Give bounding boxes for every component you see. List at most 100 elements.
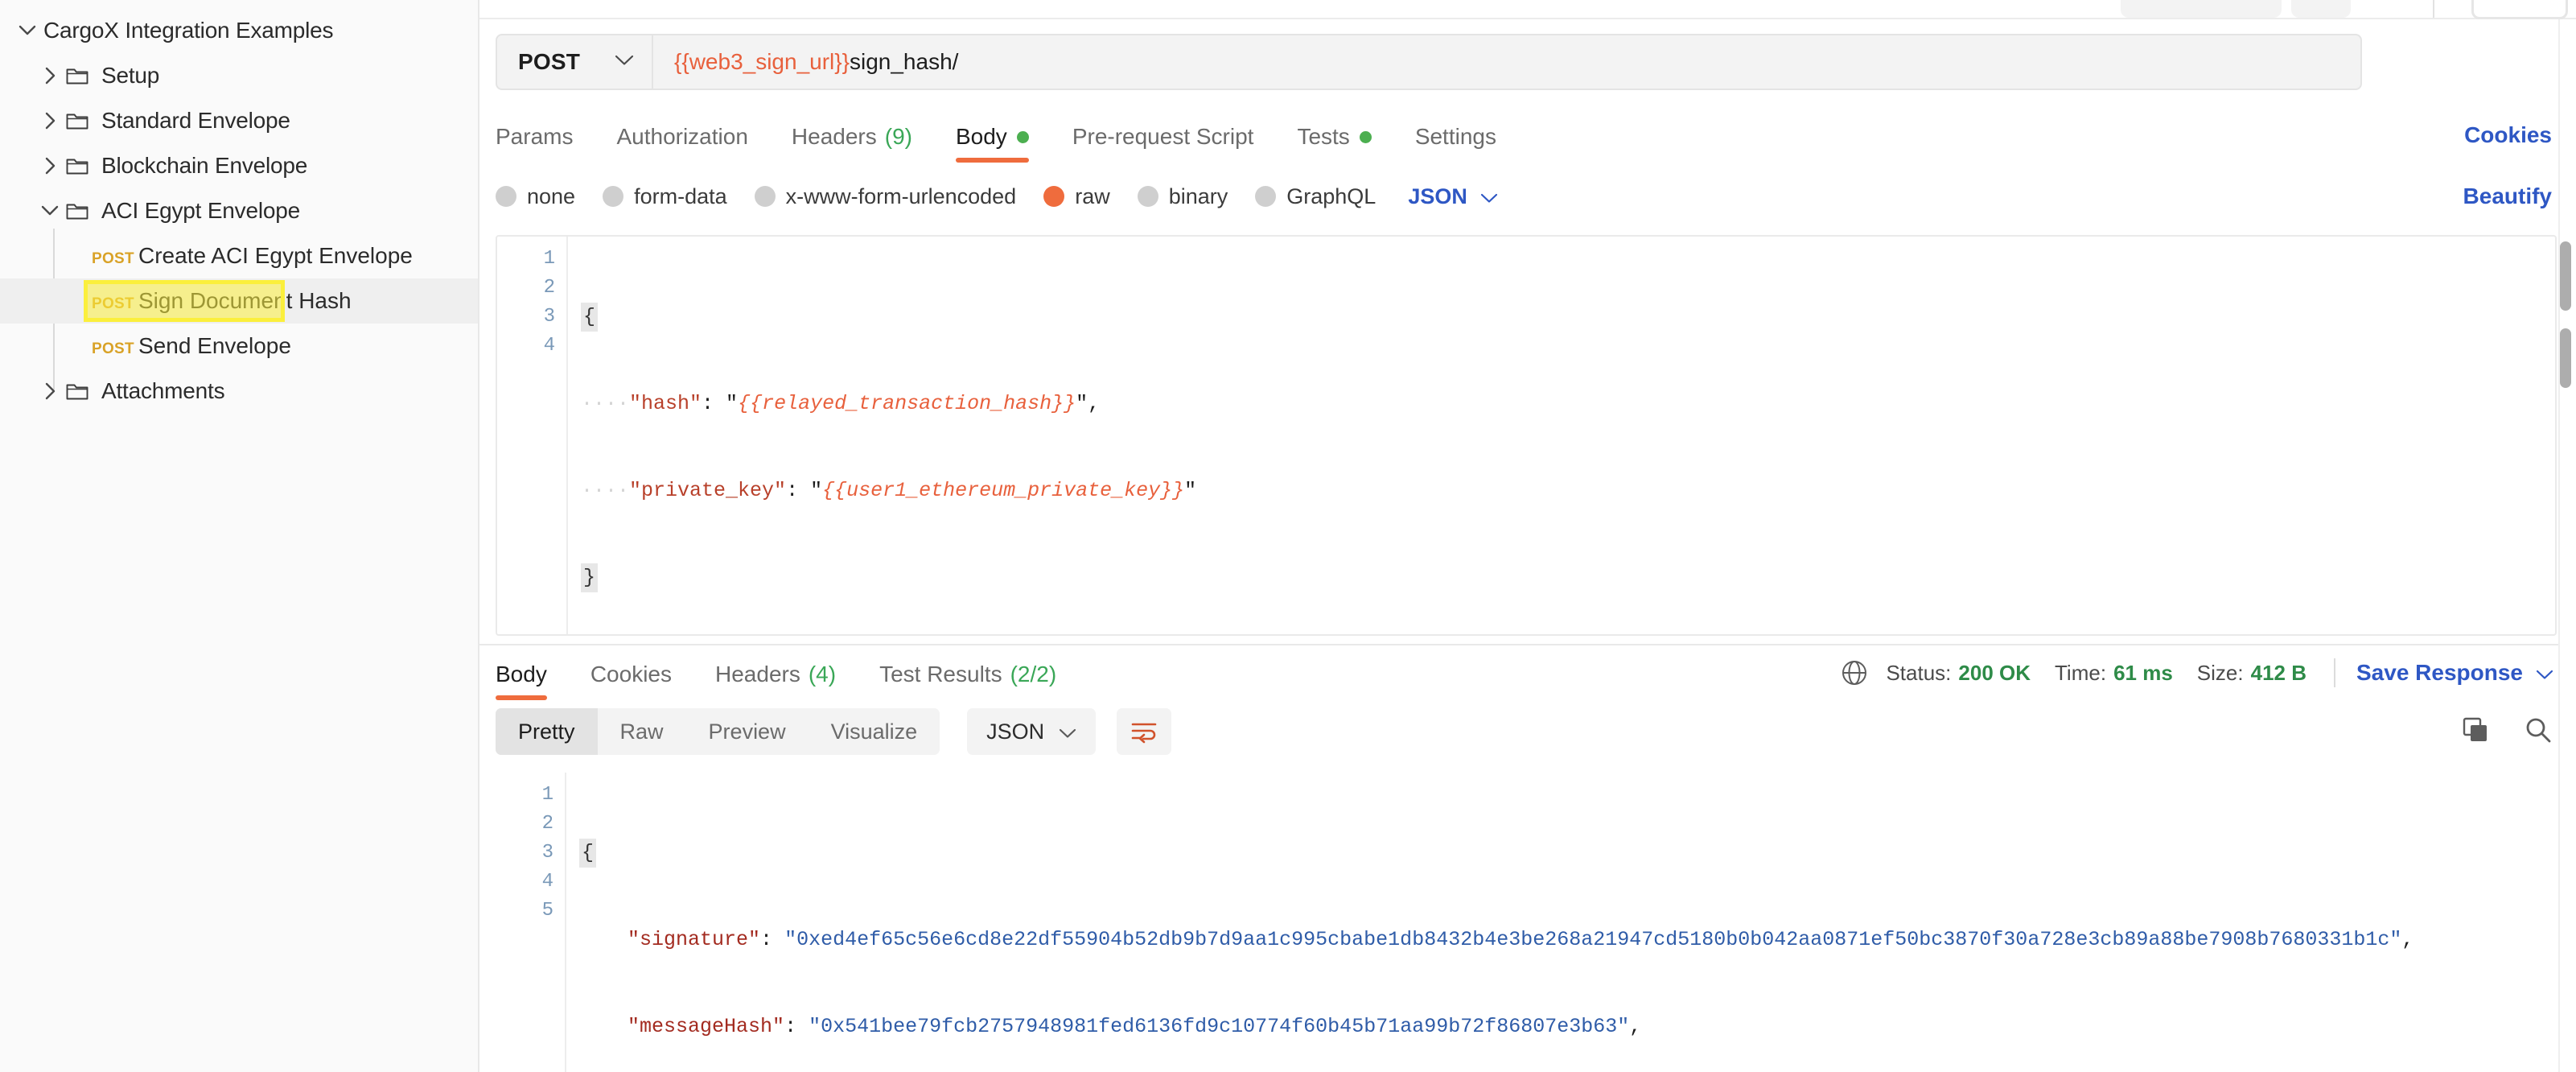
request-editor-scrollbar[interactable] (2560, 241, 2571, 311)
body-type-label: GraphQL (1286, 184, 1376, 209)
response-language-dropdown[interactable]: JSON (967, 708, 1096, 755)
sidebar-folder-blockchain-envelope[interactable]: Blockchain Envelope (0, 143, 478, 188)
sidebar-folder-standard-envelope[interactable]: Standard Envelope (0, 98, 478, 143)
code-token-quote: " (1184, 479, 1196, 502)
radio-icon (755, 186, 776, 207)
chrome-pill-left (2121, 0, 2282, 18)
tab-pre-request-script[interactable]: Pre-request Script (1072, 124, 1254, 163)
response-line-number-gutter: 1 2 3 4 5 (496, 773, 566, 1072)
response-tab-cookies[interactable]: Cookies (591, 662, 672, 700)
folder-icon (66, 111, 101, 130)
sidebar-request-send-envelope[interactable]: POST Send Envelope (0, 324, 478, 369)
chevron-right-icon[interactable] (34, 382, 66, 400)
tab-label: Body (956, 124, 1007, 150)
body-type-selector: none form-data x-www-form-urlencoded raw… (496, 179, 1498, 214)
response-view-raw[interactable]: Raw (598, 708, 686, 755)
code-token-indent: ···· (581, 479, 629, 502)
code-token-punc: : (702, 392, 726, 415)
response-language-label: JSON (986, 719, 1044, 744)
response-status-bar: Status: 200 OK Time: 61 ms Size: 412 B S… (1841, 658, 2553, 687)
tab-label: Pre-request Script (1072, 124, 1254, 150)
request-url-input[interactable]: {{web3_sign_url}}sign_hash/ (653, 35, 2360, 89)
request-name-label: Send Envelope (138, 333, 291, 359)
response-view-visualize[interactable]: Visualize (809, 708, 940, 755)
status-value: 200 OK (1958, 661, 2031, 686)
folder-icon (66, 381, 101, 401)
window-chrome-strip (479, 0, 2576, 19)
line-number: 1 (497, 245, 566, 274)
response-view-preview[interactable]: Preview (686, 708, 809, 755)
search-icon[interactable] (2525, 716, 2552, 748)
response-action-icons (2426, 716, 2552, 748)
tab-authorization[interactable]: Authorization (616, 124, 747, 163)
code-token-key: "signature" (628, 928, 760, 951)
response-tab-test-results[interactable]: Test Results(2/2) (879, 662, 1056, 700)
save-response-button[interactable]: Save Response (2356, 660, 2553, 686)
sidebar-folder-aci-egypt-envelope[interactable]: ACI Egypt Envelope (0, 188, 478, 233)
cookies-link[interactable]: Cookies (2464, 122, 2552, 148)
tab-headers[interactable]: Headers(9) (792, 124, 912, 163)
tab-tests[interactable]: Tests (1297, 124, 1371, 163)
postman-window: CargoX Integration Examples Setup Standa… (0, 0, 2576, 1072)
sidebar-collection-root[interactable]: CargoX Integration Examples (0, 8, 478, 53)
chevron-down-icon[interactable] (11, 25, 43, 36)
radio-icon-selected (1043, 186, 1064, 207)
globe-icon (1841, 659, 1868, 686)
body-type-raw[interactable]: raw (1043, 184, 1110, 209)
tab-label: Params (496, 124, 573, 150)
code-token-punc: , (2401, 928, 2413, 951)
chevron-right-icon[interactable] (34, 67, 66, 85)
code-token-variable: {{user1_ethereum_private_key}} (822, 479, 1184, 502)
code-token-key: "messageHash" (628, 1015, 784, 1038)
tab-label: Authorization (616, 124, 747, 150)
line-number: 4 (497, 332, 566, 361)
wrap-lines-button[interactable] (1117, 708, 1171, 755)
chevron-right-icon[interactable] (34, 112, 66, 130)
chrome-divider (2433, 0, 2434, 18)
body-language-label: JSON (1408, 184, 1467, 209)
radio-icon (603, 186, 623, 207)
code-token-variable: {{relayed_transaction_hash}} (738, 392, 1076, 415)
code-token-brace: } (581, 563, 598, 592)
sidebar-folder-attachments[interactable]: Attachments (0, 369, 478, 414)
time-label: Time: (2055, 661, 2106, 686)
chevron-down-icon[interactable] (34, 205, 66, 216)
sidebar-request-sign-document-hash[interactable]: POST Sign Document Hash (0, 278, 478, 324)
sidebar-request-create-aci-egypt-envelope[interactable]: POST Create ACI Egypt Envelope (0, 233, 478, 278)
tab-settings[interactable]: Settings (1415, 124, 1496, 163)
request-body-editor[interactable]: 1 2 3 4 { ····"hash": "{{relayed_transac… (496, 235, 2557, 636)
beautify-link[interactable]: Beautify (2463, 183, 2552, 209)
line-number: 1 (496, 781, 565, 810)
chevron-right-icon[interactable] (34, 157, 66, 175)
code-token-indent (579, 1015, 628, 1038)
request-code-area: 1 2 3 4 { ····"hash": "{{relayed_transac… (497, 237, 2555, 634)
body-type-binary[interactable]: binary (1138, 184, 1228, 209)
response-editor-scrollbar[interactable] (2560, 328, 2571, 388)
save-response-label: Save Response (2356, 660, 2523, 686)
copy-icon[interactable] (2462, 716, 2489, 748)
response-code-lines[interactable]: { "signature": "0xed4ef65c56e6cd8e22df55… (566, 773, 2413, 1072)
http-method-dropdown[interactable]: POST (497, 35, 653, 89)
response-view-pretty[interactable]: Pretty (496, 708, 598, 755)
body-type-x-www-form-urlencoded[interactable]: x-www-form-urlencoded (755, 184, 1017, 209)
chevron-down-icon (615, 55, 634, 70)
body-type-graphql[interactable]: GraphQL (1255, 184, 1376, 209)
body-type-label: raw (1075, 184, 1110, 209)
code-token-brace: { (579, 839, 596, 868)
request-code-lines[interactable]: { ····"hash": "{{relayed_transaction_has… (568, 237, 1196, 636)
body-type-none[interactable]: none (496, 184, 575, 209)
body-type-form-data[interactable]: form-data (603, 184, 727, 209)
request-name-label: Create ACI Egypt Envelope (138, 243, 413, 269)
body-type-label: form-data (634, 184, 727, 209)
status-label: Status: (1886, 661, 1951, 686)
response-tab-headers[interactable]: Headers(4) (715, 662, 836, 700)
response-body-editor[interactable]: 1 2 3 4 5 { "signature": "0xed4ef65c56e6… (496, 773, 2576, 1072)
sidebar-folder-setup[interactable]: Setup (0, 53, 478, 98)
tab-params[interactable]: Params (496, 124, 573, 163)
line-number: 2 (496, 810, 565, 839)
line-number: 5 (496, 897, 565, 926)
body-language-dropdown[interactable]: JSON (1408, 184, 1498, 209)
tab-body[interactable]: Body (956, 124, 1029, 163)
chrome-pill-mid (2291, 0, 2351, 18)
response-tab-body[interactable]: Body (496, 662, 547, 700)
